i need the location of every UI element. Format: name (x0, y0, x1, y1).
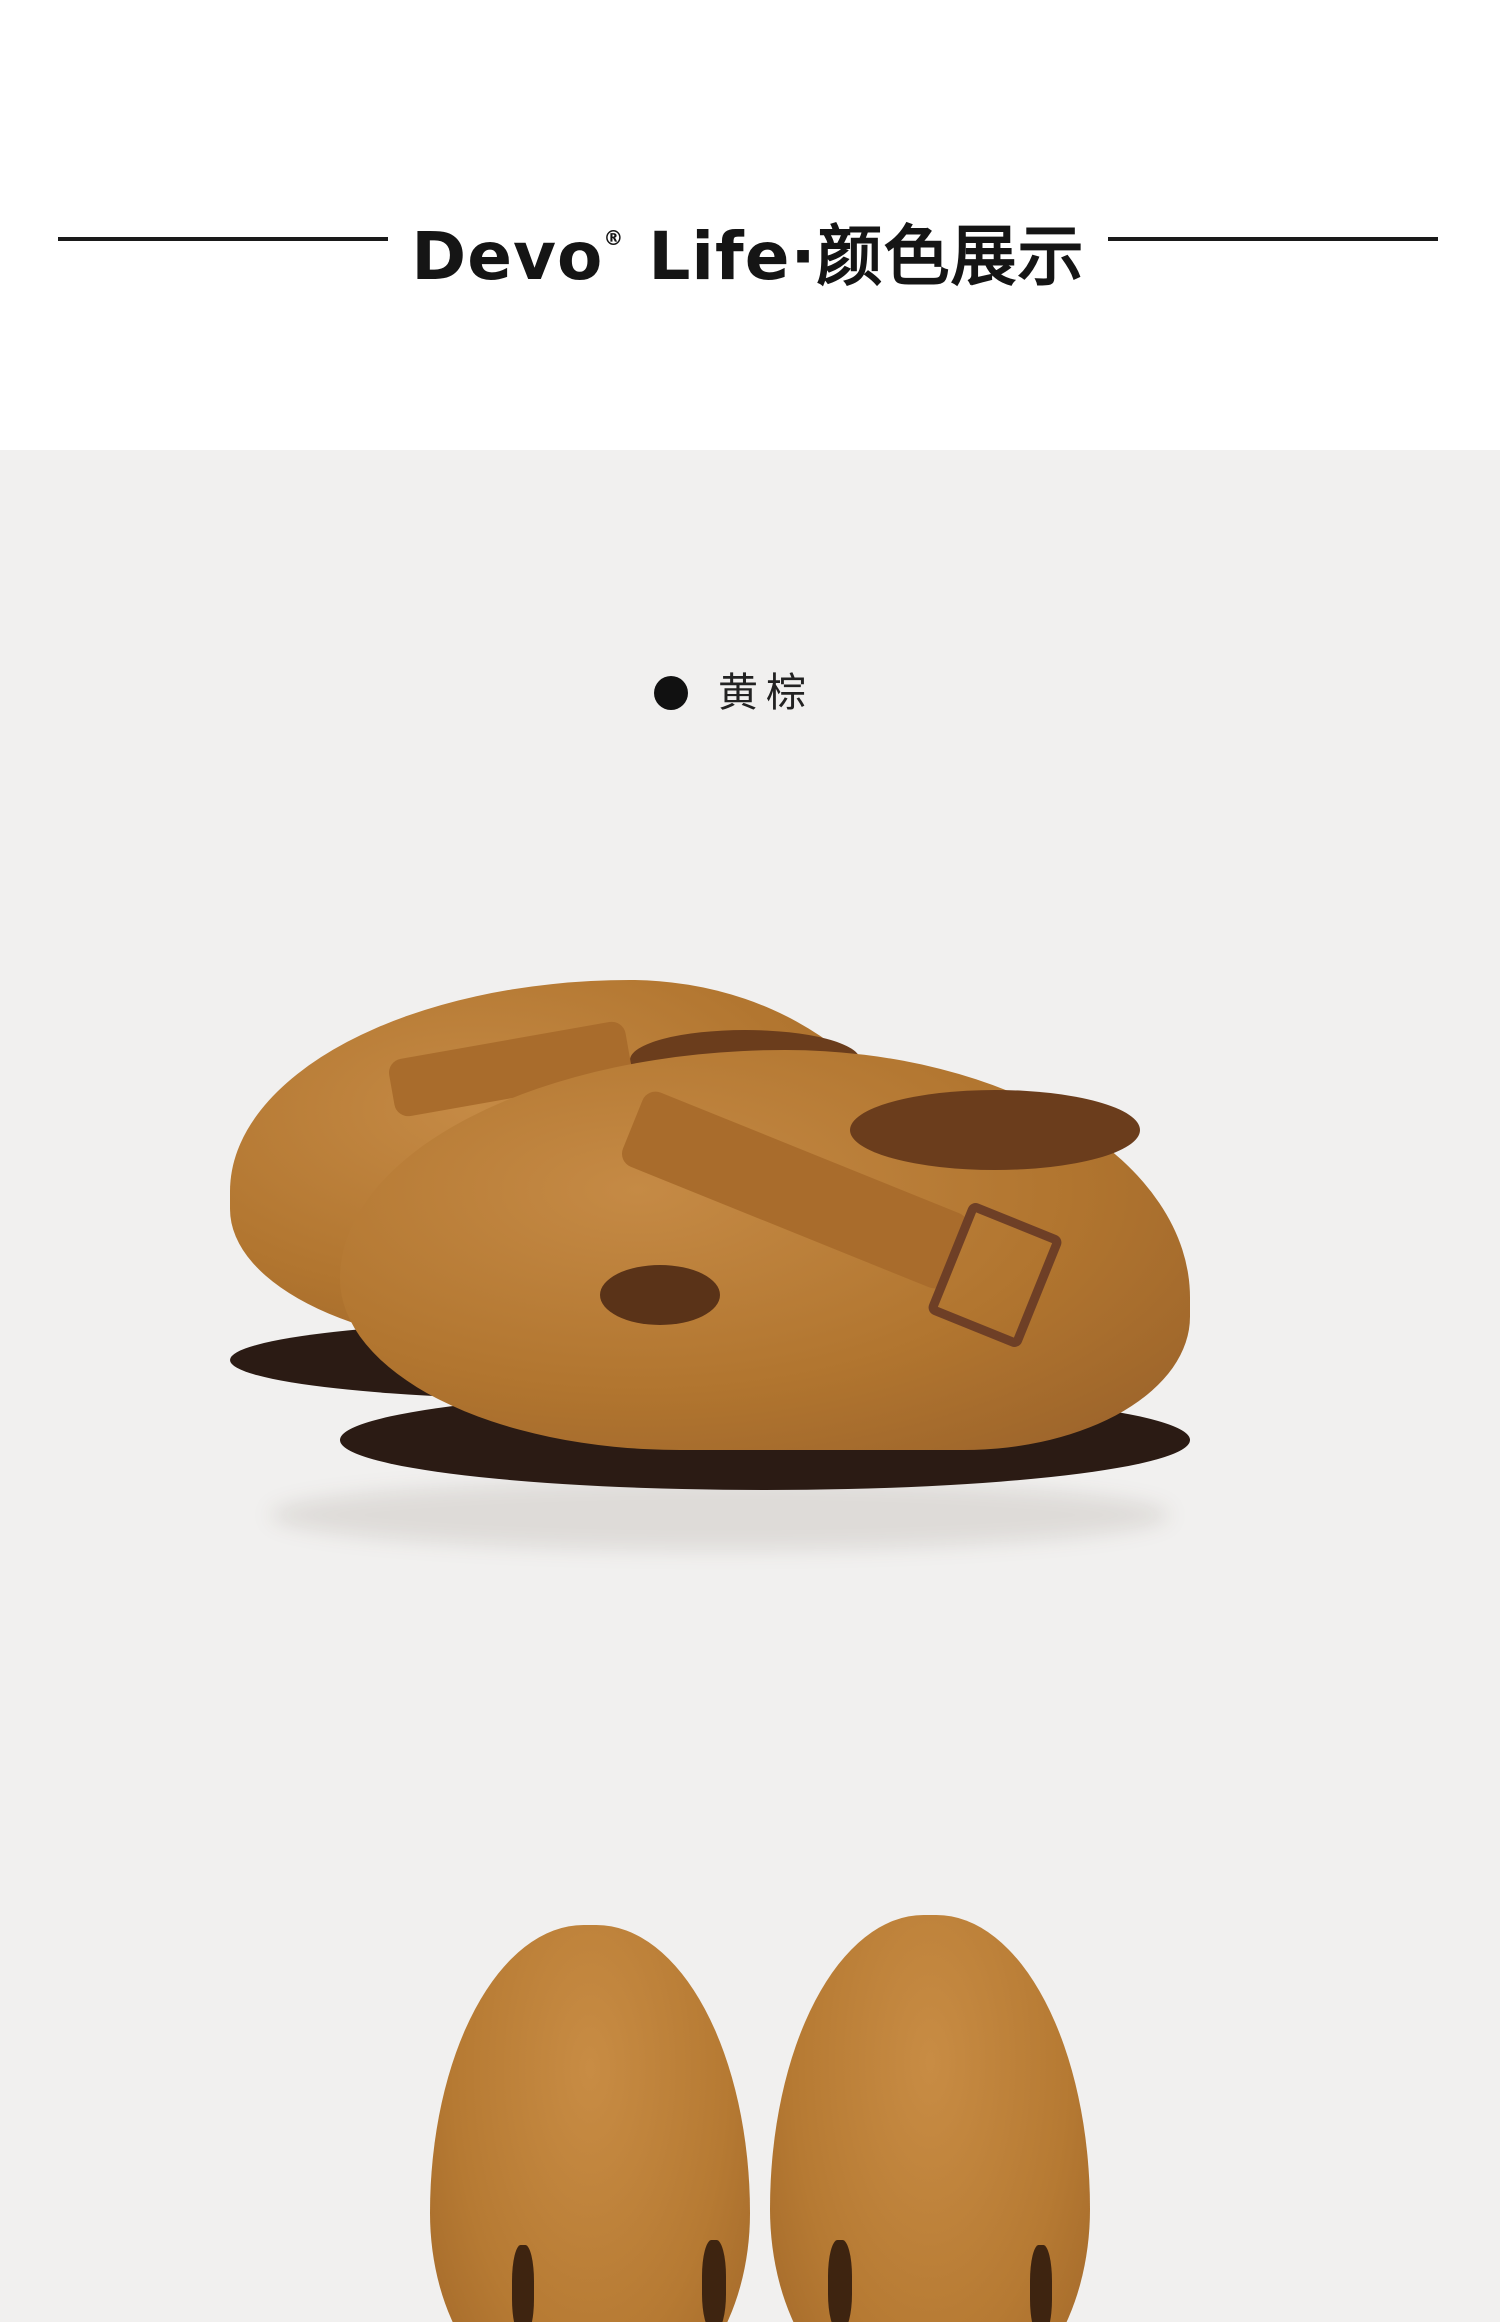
shoe-top-view-photo (420, 1900, 1100, 2322)
page-title: Devo® Life·颜色展示 (408, 196, 1088, 295)
color-option: 黄棕 (654, 668, 814, 718)
registered-mark: ® (603, 226, 625, 250)
title-suffix: Life·颜色展示 (624, 218, 1085, 295)
color-name: 黄棕 (718, 670, 814, 716)
page-header: Devo® Life·颜色展示 (0, 0, 1500, 450)
shoe-side-view-photo (210, 940, 1290, 1600)
brand-name: Devo (411, 218, 604, 295)
title-rule-right (1108, 237, 1438, 241)
color-bullet-icon (654, 676, 688, 710)
title-rule-left (58, 237, 388, 241)
